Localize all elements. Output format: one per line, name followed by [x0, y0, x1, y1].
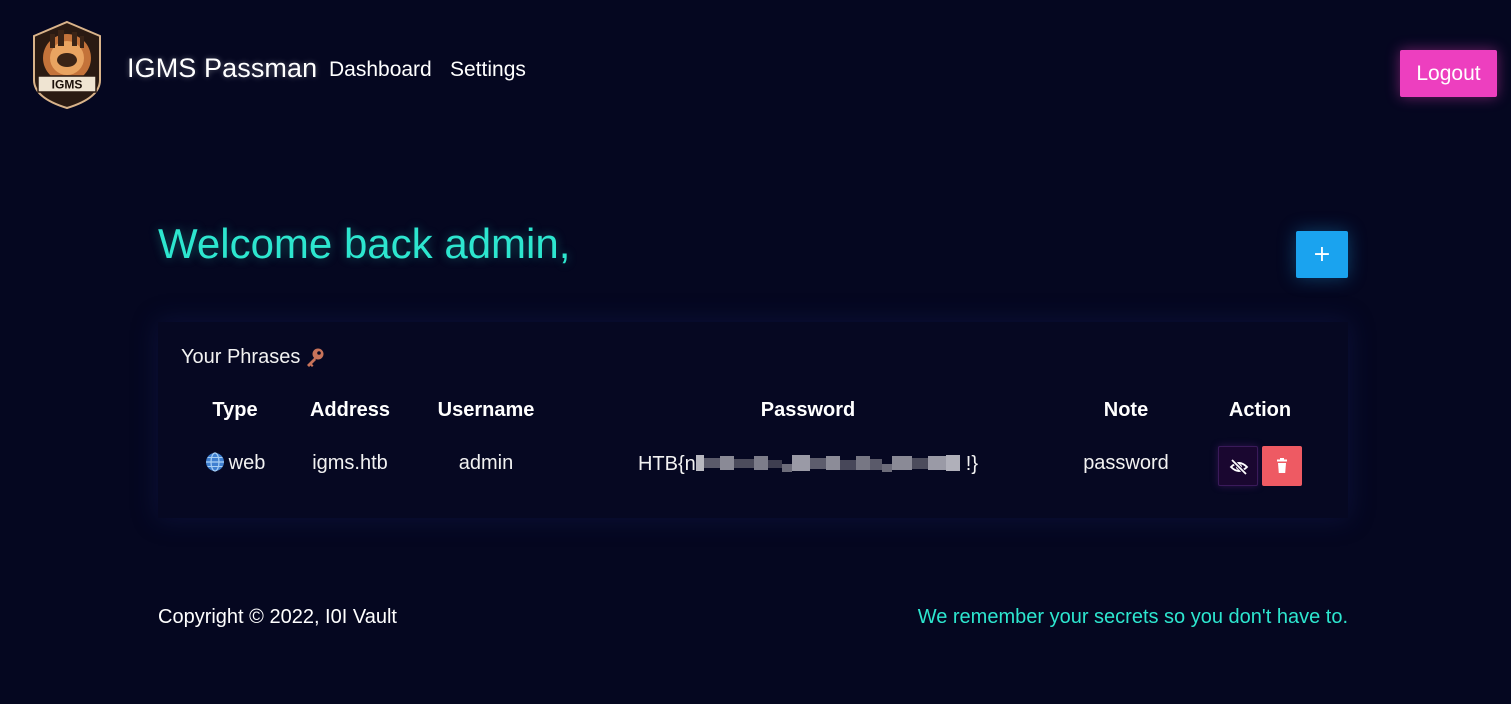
footer-tagline: We remember your secrets so you don't ha… — [917, 606, 1348, 628]
toggle-password-visibility-button[interactable] — [1218, 446, 1258, 486]
logo-text: IGMS — [52, 78, 83, 92]
globe-icon — [205, 452, 225, 472]
column-header-username: Username — [437, 399, 535, 421]
table-cell-password: HTB{n !} — [560, 452, 1056, 476]
column-header-type: Type — [212, 399, 258, 421]
logout-button[interactable]: Logout — [1400, 50, 1497, 97]
nav-settings-link[interactable]: Settings — [450, 58, 526, 82]
column-header-address: Address — [309, 399, 391, 421]
trash-icon — [1277, 458, 1287, 473]
dashboard-page: IGMS IGMS Passman Dashboard Settings Log… — [0, 0, 1511, 704]
table-cell-note: password — [1083, 452, 1169, 474]
table-cell-address: igms.htb — [312, 452, 388, 474]
add-phrase-button[interactable]: + — [1296, 231, 1348, 278]
welcome-heading: Welcome back admin, — [158, 220, 571, 267]
footer-copyright: Copyright © 2022, I0I Vault — [158, 606, 397, 628]
brand-title[interactable]: IGMS Passman — [127, 53, 317, 84]
phrases-title: Your Phrases — [181, 346, 301, 368]
key-icon — [303, 346, 327, 370]
password-prefix: HTB{n — [637, 453, 696, 475]
table-cell-type: web — [190, 452, 280, 475]
table-cell-username: admin — [458, 452, 514, 474]
column-header-note: Note — [1103, 399, 1149, 421]
column-header-password: Password — [760, 399, 856, 421]
delete-phrase-button[interactable] — [1262, 446, 1302, 486]
type-value: web — [228, 452, 266, 474]
password-blur — [695, 452, 966, 474]
igms-logo[interactable]: IGMS — [28, 20, 106, 110]
eye-slash-icon — [1229, 458, 1249, 476]
nav-dashboard-link[interactable]: Dashboard — [329, 58, 432, 82]
column-header-action: Action — [1228, 399, 1292, 421]
password-suffix: !} — [965, 453, 979, 475]
